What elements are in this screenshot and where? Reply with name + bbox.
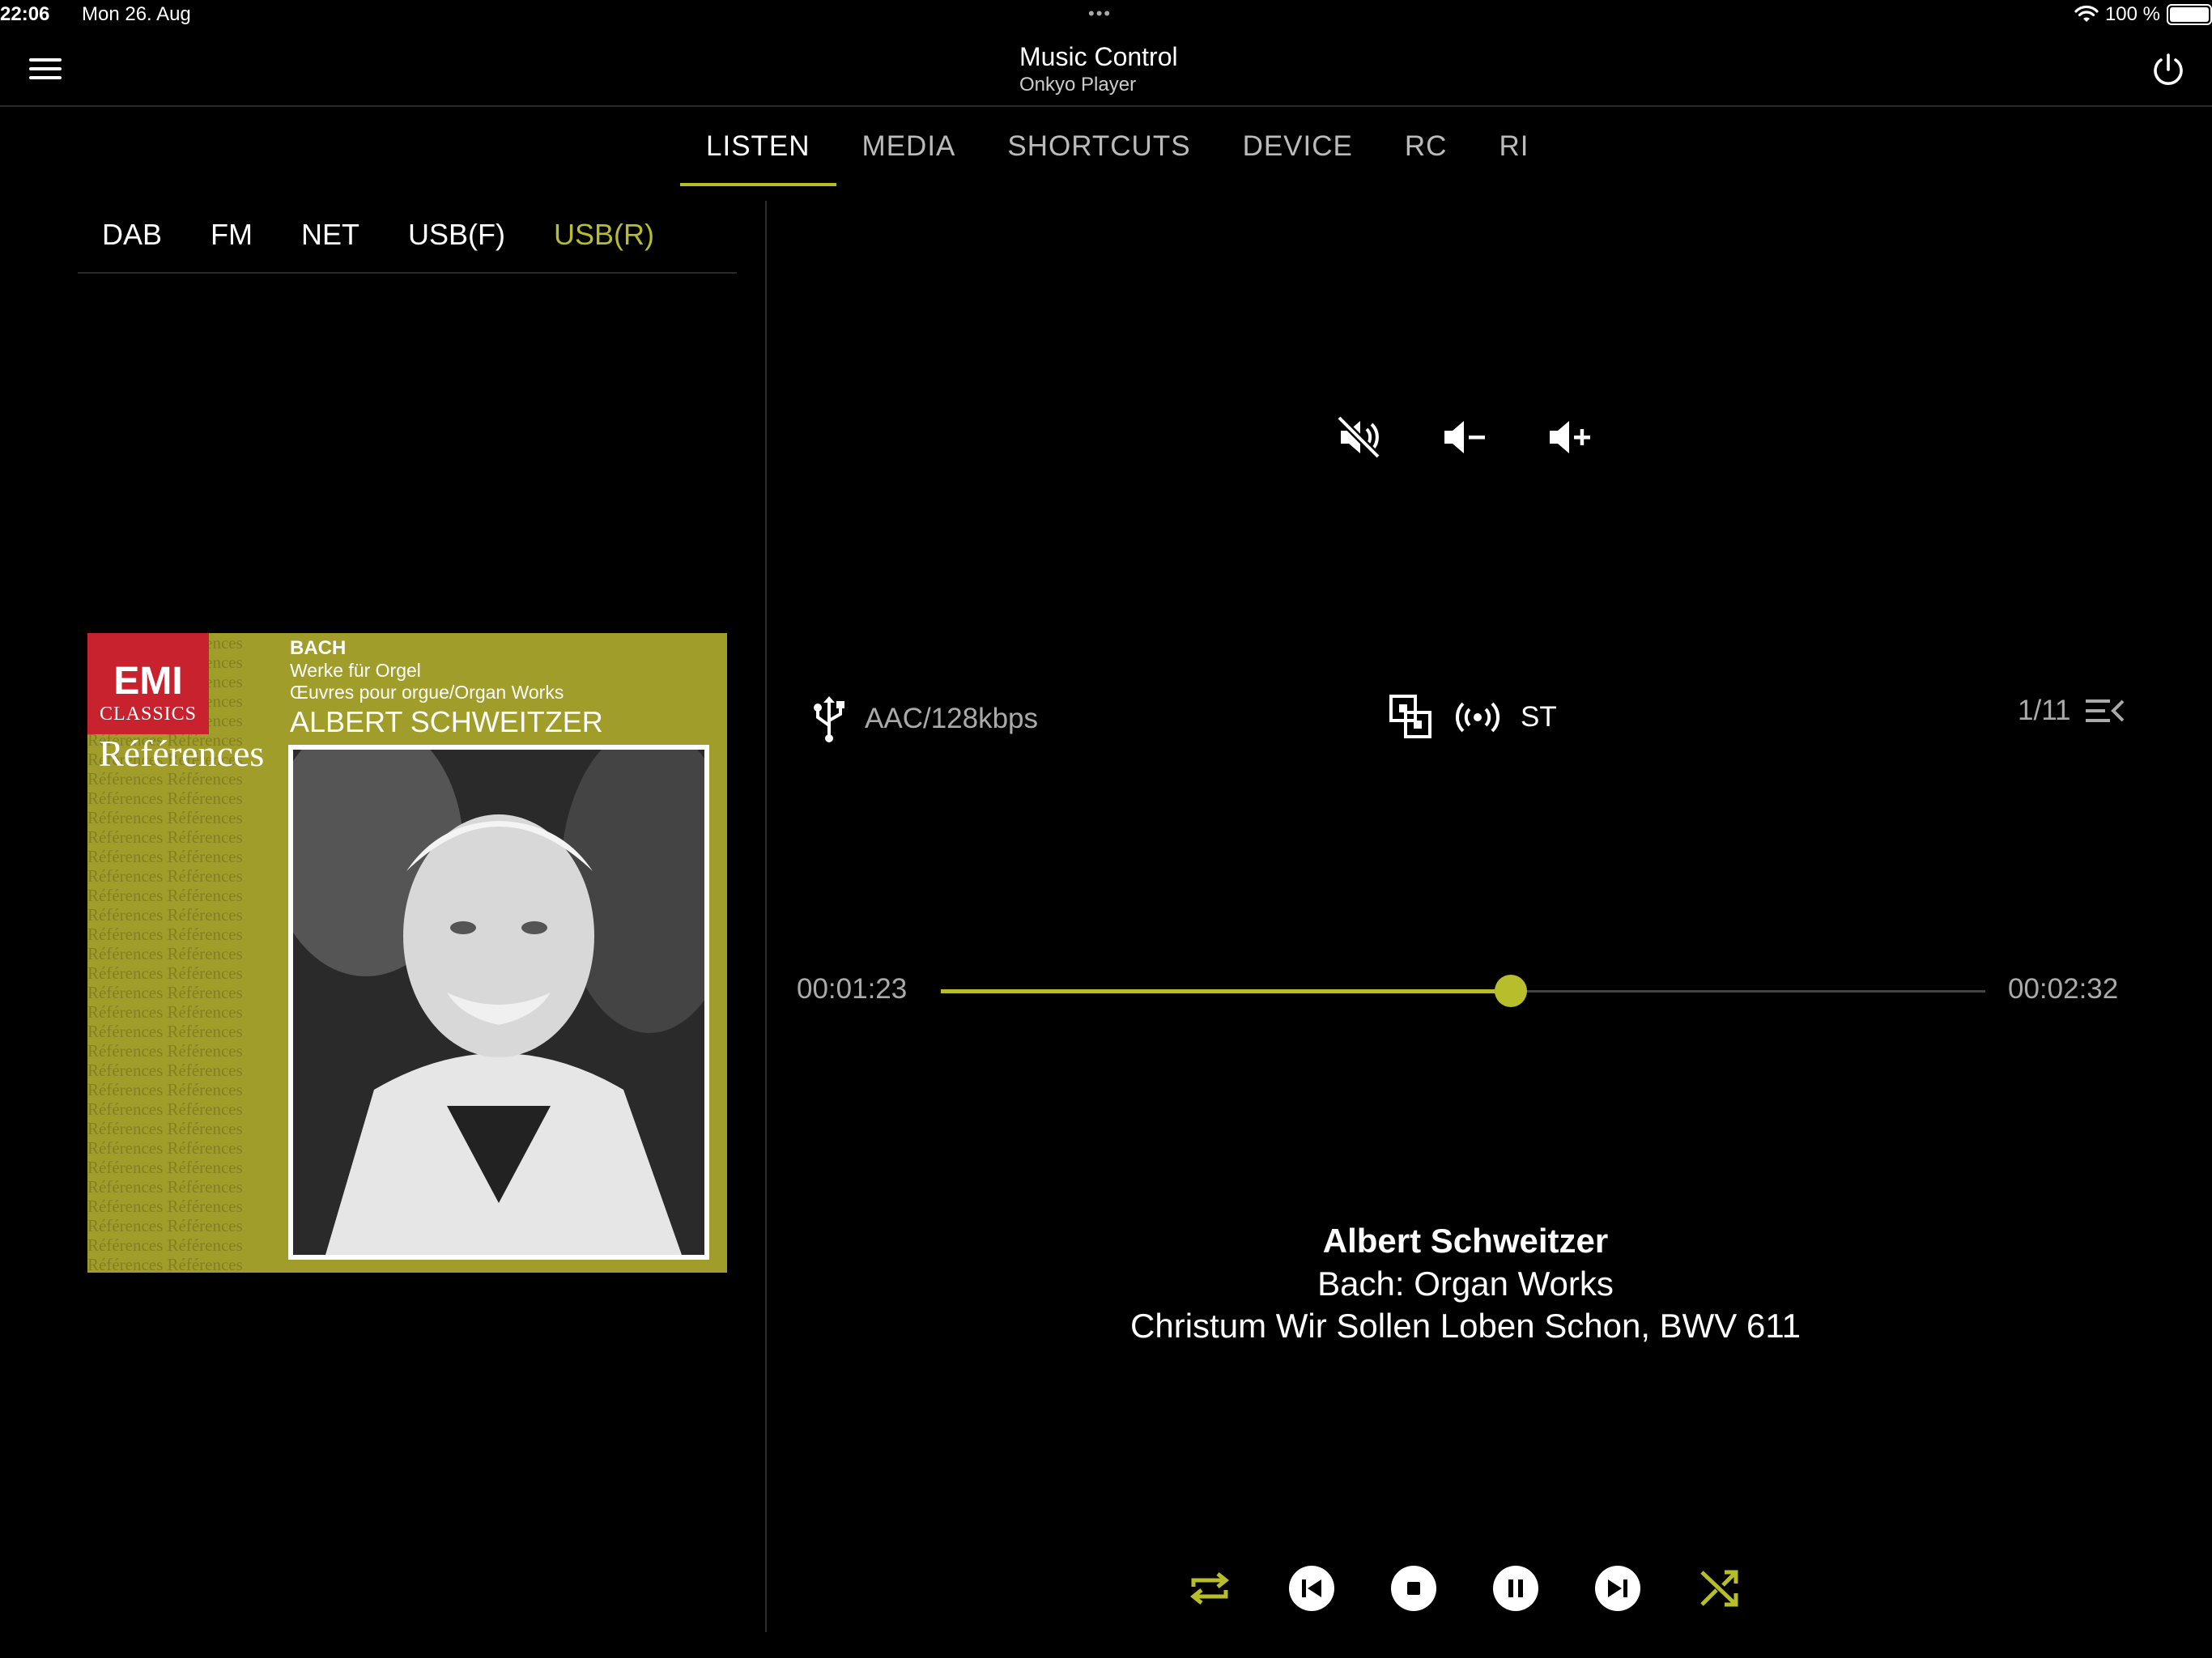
album-portrait xyxy=(288,745,709,1260)
power-icon[interactable] xyxy=(2149,50,2188,89)
audio-format: AAC/128kbps xyxy=(865,703,1039,734)
header-titles: Music Control Onkyo Player xyxy=(1019,42,1178,96)
emi-logo: EMI CLASSICS xyxy=(87,633,209,734)
panel-divider xyxy=(765,201,767,1632)
time-elapsed: 00:01:23 xyxy=(797,973,908,1005)
battery-percent: 100 % xyxy=(2104,3,2160,25)
multitasking-dots[interactable]: ••• xyxy=(1088,3,1112,24)
page-title: Music Control xyxy=(1019,42,1178,71)
progress-fill xyxy=(941,989,1512,993)
queue-icon[interactable] xyxy=(2084,695,2125,727)
page-subtitle: Onkyo Player xyxy=(1019,74,1137,96)
menu-icon[interactable] xyxy=(29,58,62,83)
source-usb-front[interactable]: USB(F) xyxy=(384,210,530,272)
format-info: AAC/128kbps xyxy=(810,695,1038,743)
signal-info: ST xyxy=(1388,693,1557,742)
status-time: 22:06 xyxy=(0,3,50,25)
previous-icon[interactable] xyxy=(1286,1562,1338,1614)
status-bar: 22:06 Mon 26. Aug ••• 100 % xyxy=(0,0,2212,32)
tab-device[interactable]: DEVICE xyxy=(1217,107,1379,186)
now-playing-info: Albert Schweitzer Bach: Organ Works Chri… xyxy=(891,1219,2040,1347)
album-series: Références xyxy=(99,733,265,774)
wifi-icon xyxy=(2074,5,2099,22)
tab-listen[interactable]: LISTEN xyxy=(680,107,836,186)
app-header: Music Control Onkyo Player xyxy=(0,32,2212,107)
tab-shortcuts[interactable]: SHORTCUTS xyxy=(981,107,1216,186)
volume-up-icon[interactable] xyxy=(1545,413,1593,461)
queue-info: 1/11 xyxy=(2018,695,2125,727)
artist-name: Albert Schweitzer xyxy=(1322,1222,1609,1260)
main-tabs: LISTEN MEDIA SHORTCUTS DEVICE RC RI xyxy=(680,107,1555,186)
volume-down-icon[interactable] xyxy=(1440,413,1488,461)
stop-icon[interactable] xyxy=(1388,1562,1440,1614)
time-total: 00:02:32 xyxy=(2008,973,2119,1005)
transport-controls xyxy=(1184,1562,1746,1614)
repeat-icon[interactable] xyxy=(1184,1562,1236,1614)
source-usb-rear[interactable]: USB(R) xyxy=(530,210,678,272)
radio-signal-icon xyxy=(1455,702,1500,733)
tab-media[interactable]: MEDIA xyxy=(836,107,982,186)
source-dab[interactable]: DAB xyxy=(78,210,186,272)
source-fm[interactable]: FM xyxy=(186,210,277,272)
pause-icon[interactable] xyxy=(1490,1562,1542,1614)
track-title: Christum Wir Sollen Loben Schon, BWV 611 xyxy=(1130,1307,1801,1345)
stereo-indicator: ST xyxy=(1521,701,1557,733)
tab-ri[interactable]: RI xyxy=(1473,107,1555,186)
album-name: Bach: Organ Works xyxy=(1317,1265,1614,1303)
album-art: Références Références Références Référen… xyxy=(87,633,727,1273)
dsp-icon[interactable] xyxy=(1388,693,1435,742)
source-tabs: DAB FM NET USB(F) USB(R) xyxy=(78,210,737,274)
next-icon[interactable] xyxy=(1592,1562,1644,1614)
progress-thumb[interactable] xyxy=(1495,975,1528,1007)
battery-icon xyxy=(2167,4,2212,25)
album-art-text: BACH Werke für Orgel Œuvres pour orgue/O… xyxy=(290,637,603,738)
track-position: 1/11 xyxy=(2018,695,2071,726)
status-date: Mon 26. Aug xyxy=(82,3,191,25)
progress-bar[interactable] xyxy=(941,975,1985,1007)
source-net[interactable]: NET xyxy=(277,210,384,272)
usb-icon xyxy=(814,696,844,742)
shuffle-icon[interactable] xyxy=(1694,1562,1746,1614)
volume-controls xyxy=(1334,413,1593,461)
mute-icon[interactable] xyxy=(1334,413,1383,461)
status-right: 100 % xyxy=(2074,3,2212,26)
tab-rc[interactable]: RC xyxy=(1379,107,1474,186)
